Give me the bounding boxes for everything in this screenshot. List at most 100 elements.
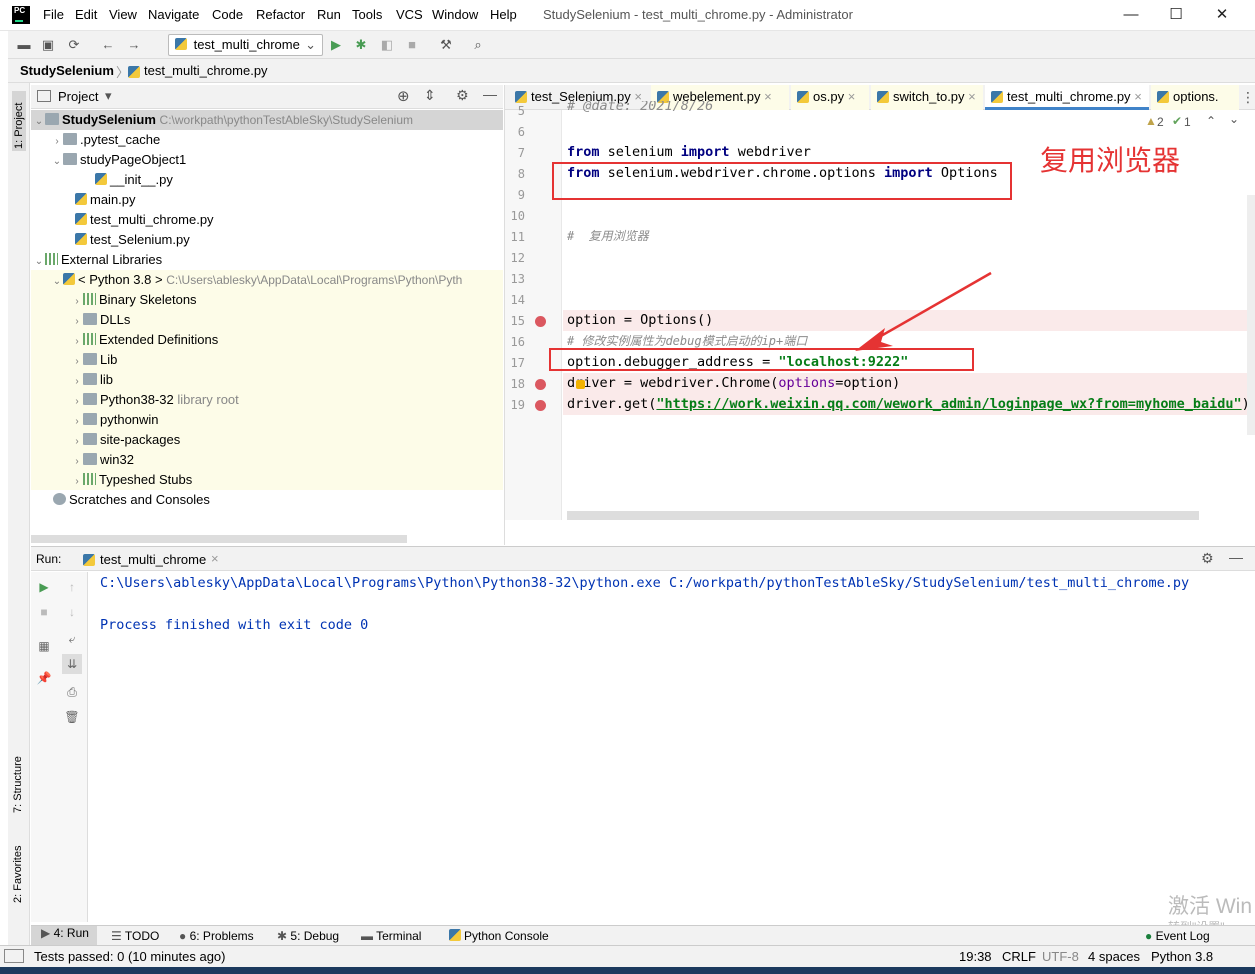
run-tab-label[interactable]: test_multi_chrome [100, 552, 206, 567]
debug-icon[interactable]: ✱ [351, 35, 371, 55]
chevron-down-icon[interactable]: ▾ [105, 88, 112, 104]
editor-horizontal-scrollbar[interactable] [567, 511, 1199, 520]
favorites-tool-tab[interactable]: 2: Favorites [12, 833, 24, 903]
tree-item-python38-32[interactable]: › Python38-32 library root [31, 390, 503, 410]
close-button[interactable]: ✕ [1208, 4, 1236, 26]
intention-bulb-icon[interactable] [576, 380, 585, 389]
run-config-select[interactable]: test_multi_chrome ⌄ [168, 34, 323, 56]
line-separator[interactable]: CRLF [1002, 949, 1036, 964]
chevron-up-icon[interactable]: ⌃ [1206, 114, 1216, 128]
breadcrumb-project[interactable]: StudySelenium [20, 63, 114, 78]
url-string[interactable]: "https://work.weixin.qq.com/wework_admin… [656, 396, 1241, 412]
tree-item-win32[interactable]: › win32 [31, 450, 503, 470]
locate-icon[interactable]: ⊕ [397, 87, 410, 105]
tab-python-console[interactable]: Python Console [449, 929, 549, 943]
tree-item-scratches[interactable]: Scratches and Consoles [31, 490, 503, 510]
close-icon[interactable]: × [211, 551, 219, 566]
sync-icon[interactable]: ⟳ [64, 35, 84, 55]
chevron-down-icon[interactable]: ⌄ [33, 252, 45, 272]
caret-position[interactable]: 19:38 [959, 949, 992, 964]
tree-item-main-py[interactable]: main.py [31, 190, 503, 210]
tree-item-site-packages[interactable]: › site-packages [31, 430, 503, 450]
breadcrumb-file[interactable]: test_multi_chrome.py [144, 63, 268, 78]
menu-view[interactable]: View [109, 7, 137, 22]
chevron-right-icon[interactable]: › [71, 292, 83, 312]
horizontal-scrollbar[interactable] [31, 535, 407, 543]
chevron-right-icon[interactable]: › [71, 352, 83, 372]
code-line-11[interactable]: # 复用浏览器 [567, 226, 649, 247]
code-line-18[interactable]: driver = webdriver.Chrome(options=option… [563, 373, 1255, 394]
menu-edit[interactable]: Edit [75, 7, 97, 22]
menu-refactor[interactable]: Refactor [256, 7, 305, 22]
close-icon[interactable]: × [848, 89, 856, 104]
open-folder-icon[interactable]: ▬ [14, 35, 34, 55]
menu-help[interactable]: Help [490, 7, 517, 22]
project-panel-title[interactable]: Project [58, 89, 98, 104]
gear-icon[interactable]: ⚙ [1201, 550, 1214, 567]
chevron-down-icon[interactable]: ⌄ [33, 112, 45, 132]
minimize-button[interactable]: — [1117, 4, 1145, 26]
menu-code[interactable]: Code [212, 7, 243, 22]
close-icon[interactable]: × [968, 89, 976, 104]
menu-run[interactable]: Run [317, 7, 341, 22]
save-all-icon[interactable]: ▣ [38, 35, 58, 55]
tabs-menu-icon[interactable]: ⋮ [1241, 89, 1255, 106]
chevron-down-icon[interactable]: ⌄ [51, 272, 63, 292]
hide-panel-icon[interactable]: — [1229, 549, 1243, 565]
code-line-7[interactable]: from selenium import webdriver [567, 142, 811, 163]
trash-icon[interactable]: 🗑 [62, 707, 82, 727]
soft-wrap-icon[interactable]: ⤶ [62, 629, 82, 649]
tree-item-lib-upper[interactable]: › Lib [31, 350, 503, 370]
python-interpreter[interactable]: Python 3.8 [1151, 949, 1213, 964]
breakpoint-icon[interactable] [535, 379, 546, 390]
project-tool-tab[interactable]: 1: Project [12, 91, 26, 151]
tree-item-studypageobject1[interactable]: ⌄ studyPageObject1 [31, 150, 503, 170]
hide-panel-icon[interactable]: — [483, 86, 497, 102]
code-line-19[interactable]: driver.get("https://work.weixin.qq.com/w… [563, 394, 1255, 415]
chevron-right-icon[interactable]: › [71, 412, 83, 432]
chevron-down-icon[interactable]: ⌄ [51, 152, 63, 172]
status-message[interactable]: Tests passed: 0 (10 minutes ago) [34, 949, 226, 964]
breakpoint-icon[interactable] [535, 400, 546, 411]
layout-icon[interactable]: ▦ [34, 636, 54, 656]
tree-item-lib-lower[interactable]: › lib [31, 370, 503, 390]
tree-item-pytest-cache[interactable]: › .pytest_cache [31, 130, 503, 150]
tree-item-extended-definitions[interactable]: › Extended Definitions [31, 330, 503, 350]
tab-terminal[interactable]: ▬ Terminal [361, 929, 421, 943]
gear-icon[interactable]: ⚙ [456, 87, 469, 104]
tab-switch-to[interactable]: switch_to.py × [871, 85, 983, 110]
close-icon[interactable]: × [1134, 89, 1142, 104]
chevron-right-icon[interactable]: › [71, 452, 83, 472]
code-line-5[interactable]: # @date: 2021/8/26 [567, 101, 713, 115]
rerun-icon[interactable]: ▶ [34, 577, 54, 597]
tab-event-log[interactable]: ● Event Log [1145, 929, 1210, 943]
tree-item-python38[interactable]: ⌄ < Python 3.8 > C:\Users\ablesky\AppData… [31, 270, 503, 290]
menu-file[interactable]: File [43, 7, 64, 22]
tree-item-external-libraries[interactable]: ⌄ External Libraries [31, 250, 503, 270]
chevron-right-icon[interactable]: › [71, 392, 83, 412]
toggle-tool-windows-icon[interactable] [4, 949, 24, 963]
pin-icon[interactable]: 📌 [34, 668, 54, 688]
chevron-right-icon[interactable]: › [51, 132, 63, 152]
coverage-icon[interactable]: ◧ [377, 35, 397, 55]
menu-window[interactable]: Window [432, 7, 478, 22]
scroll-down-icon[interactable]: ↓ [62, 602, 82, 622]
tree-item-init-py[interactable]: __init__.py [31, 170, 503, 190]
tree-item-dlls[interactable]: › DLLs [31, 310, 503, 330]
forward-icon[interactable]: → [124, 35, 144, 55]
chevron-right-icon[interactable]: › [71, 312, 83, 332]
tab-problems[interactable]: ● 6: Problems [179, 929, 254, 943]
tab-os[interactable]: os.py × [791, 85, 869, 110]
chevron-right-icon[interactable]: › [71, 372, 83, 392]
run-icon[interactable]: ▶ [326, 35, 346, 55]
run-console-output[interactable]: C:\Users\ablesky\AppData\Local\Programs\… [89, 572, 1255, 922]
breakpoint-icon[interactable] [535, 316, 546, 327]
stop-icon[interactable]: ■ [34, 602, 54, 622]
collapse-all-icon[interactable]: ⇕ [424, 87, 436, 104]
scroll-up-icon[interactable]: ↑ [62, 577, 82, 597]
settings-wrench-icon[interactable]: ⚒ [436, 35, 456, 55]
editor-vertical-scrollbar[interactable] [1247, 195, 1255, 435]
chevron-right-icon[interactable]: › [71, 472, 83, 492]
back-icon[interactable]: ← [98, 35, 118, 55]
tree-item-root[interactable]: ⌄ StudySelenium C:\workpath\pythonTestAbl… [31, 110, 503, 130]
